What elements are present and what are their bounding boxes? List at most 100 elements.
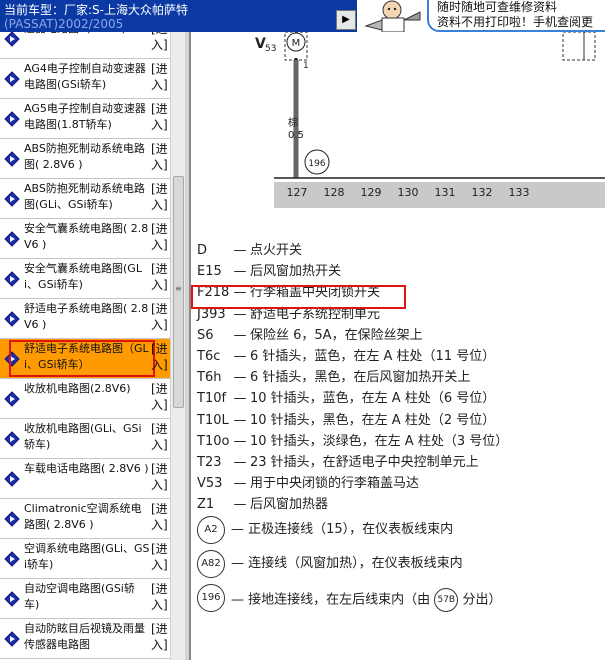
motor-sub-label: 53 [265, 44, 276, 54]
enter-link[interactable]: [进入] [151, 421, 168, 453]
circuit-list-item-title: 收放机电路图(GLi、GSi轿车) [24, 422, 142, 451]
current-model-text: 当前车型：厂家:S-上海大众帕萨特 [4, 3, 188, 17]
legend-row: S6 — 保险丝 6，5A，在保险丝架上 [197, 326, 423, 346]
circuit-list-item-title: ABS防抱死制动系统电路图( 2.8V6 ) [24, 142, 145, 171]
enter-link[interactable]: [进入] [151, 221, 168, 253]
connector-circle: A2 [197, 516, 225, 544]
legend-dash: — [233, 497, 247, 513]
diamond-arrow-icon [4, 32, 20, 47]
enter-link[interactable]: [进入] [151, 301, 168, 333]
model-select-arrow-button[interactable]: ▶ [336, 10, 356, 30]
diamond-arrow-icon [4, 631, 20, 647]
enter-link[interactable]: [进入] [151, 461, 168, 493]
diamond-arrow-icon [4, 231, 20, 247]
promo-banner-line1: 随时随地可查维修资料 [437, 0, 558, 14]
enter-link[interactable]: [进入] [151, 181, 168, 213]
circuit-list-item[interactable]: AG4电子控制自动变速器电路图(GSi轿车) [进入] [0, 59, 170, 99]
legend-code: T10o [197, 433, 230, 449]
enter-link[interactable]: [进入] [151, 501, 168, 533]
connector-text: 连接线（风窗加热），在仪表板线束内 [248, 556, 463, 571]
ground-label: 196 [308, 159, 325, 169]
legend-row: V53 — 用于中央闭锁的行李箱盖马达 [197, 474, 419, 494]
legend-text: 23 针插头，在舒适电子中央控制单元上 [250, 455, 479, 470]
legend-row: T10f —10 针插头，蓝色，在左 A 柱处（6 号位） [197, 389, 495, 409]
enter-link[interactable]: [进入] [151, 61, 168, 93]
legend-row: T10L —10 针插头，黑色，在左 A 柱处（2 号位） [197, 411, 495, 431]
adjacent-component [562, 32, 596, 61]
diamond-arrow-icon [4, 111, 20, 127]
legend-text: 用于中央闭锁的行李箱盖马达 [250, 476, 420, 492]
scrollbar-grip-icon: ≡ [175, 284, 182, 293]
circuit-list-item-title: 舒适电子系统电路图（GLi、GSi轿车） [24, 342, 149, 371]
enter-link[interactable]: [进入] [151, 581, 168, 613]
terminal-label: 129 [361, 186, 382, 199]
circuit-list-item-title: Climatronic空调系统电路图( 2.8V6 ) [24, 502, 142, 531]
connector-row: — 连接线（风窗加热），在仪表板线束内 [231, 554, 463, 574]
legend-dash: — [233, 243, 247, 258]
circuit-list-item[interactable]: 舒适电子系统电路图（GLi、GSi轿车） [进入] [0, 339, 170, 379]
legend-dash: — [233, 476, 247, 492]
legend-dash: — [233, 412, 247, 428]
enter-link[interactable]: [进入] [151, 32, 168, 53]
circuit-list-item[interactable]: AG5电子控制自动变速器电路图(1.8T轿车) [进入] [0, 99, 170, 139]
enter-link[interactable]: [进入] [151, 261, 168, 293]
circuit-list-item[interactable]: ABS防抱死制动系统电路图( 2.8V6 ) [进入] [0, 139, 170, 179]
circuit-list-item[interactable]: 速器电路图（2.8V6）[进入] [0, 32, 170, 59]
terminal-label: 132 [472, 186, 493, 199]
legend-code: T10f [197, 391, 227, 407]
connector-dash: — [231, 556, 244, 571]
connector-row: — 接地连接线，在左后线束内（由 57B 分出） [231, 588, 501, 612]
top-bar: 当前车型：厂家:S-上海大众帕萨特 (PASSAT)2002/2005 ▶ 随时… [0, 0, 605, 32]
connector-dash: — [231, 522, 244, 537]
legend-text: 6 针插头，蓝色，在左 A 柱处（11 号位） [250, 349, 496, 364]
legend-row: D — 点火开关 [197, 241, 302, 261]
legend-code: D [197, 243, 208, 258]
legend-row: Z1 — 后风窗加热器 [197, 495, 328, 515]
legend-dash: — [233, 349, 247, 364]
legend-text: 10 针插头，蓝色，在左 A 柱处（6 号位） [250, 391, 496, 407]
enter-link[interactable]: [进入] [151, 101, 168, 133]
circuit-list-item[interactable]: 空调系统电路图(GLi、GSi轿车) [进入] [0, 539, 170, 579]
sidebar-scrollbar-thumb[interactable]: ≡ [173, 176, 184, 408]
circuit-list-item[interactable]: 自动防眩目后视镜及雨量传感器电路图 [进入] [0, 619, 170, 659]
enter-link[interactable]: [进入] [151, 541, 168, 573]
connector-circle: 196 [197, 584, 225, 612]
diamond-arrow-icon [4, 391, 20, 407]
legend-code: V53 [197, 476, 223, 492]
legend-text: 6 针插头，黑色，在后风窗加热开关上 [250, 370, 471, 386]
circuit-list-item[interactable]: 收放机电路图(GLi、GSi轿车) [进入] [0, 419, 170, 459]
circuit-list-item[interactable]: ABS防抱死制动系统电路图(GLi、GSi轿车) [进入] [0, 179, 170, 219]
legend-text: 保险丝 6，5A，在保险丝架上 [250, 327, 423, 343]
connector-text-tail: 分出） [462, 592, 502, 608]
diagram-pane: V 53 M 1 棕 0.5 196 127 128 129 130 131 132 133… [191, 32, 605, 660]
connector-ref-circle: 57B [434, 588, 459, 612]
enter-link[interactable]: [进入] [151, 381, 168, 413]
legend-code: T23 [197, 455, 222, 470]
circuit-list-item[interactable]: 收放机电路图(2.8V6) [进入] [0, 379, 170, 419]
enter-link[interactable]: [进入] [151, 141, 168, 173]
legend-text: 10 针插头，黑色，在左 A 柱处（2 号位） [250, 412, 496, 428]
circuit-list-item[interactable]: 舒适电子系统电路图( 2.8V6 ) [进入] [0, 299, 170, 339]
enter-link[interactable]: [进入] [151, 341, 168, 373]
diamond-arrow-icon [4, 191, 20, 207]
legend-row: T10o —10 针插头，淡绿色，在左 A 柱处（3 号位） [197, 432, 508, 452]
sidebar-scrollbar[interactable]: ≡ [170, 32, 185, 660]
diamond-arrow-icon [4, 511, 20, 527]
legend-row: T6c —6 针插头，蓝色，在左 A 柱处（11 号位） [197, 347, 495, 367]
legend-code: Z1 [197, 497, 215, 513]
enter-link[interactable]: [进入] [151, 621, 168, 653]
promo-banner[interactable]: 随时随地可查维修资料 资料不用打印啦！手机查阅更 [427, 0, 605, 32]
connector-text: 正极连接线（15），在仪表板线束内 [248, 522, 454, 537]
circuit-list-item[interactable]: Climatronic空调系统电路图( 2.8V6 ) [进入] [0, 499, 170, 539]
diamond-arrow-icon [4, 471, 20, 487]
terminal-label: 128 [324, 186, 345, 199]
terminal-label: 133 [509, 186, 530, 199]
circuit-list-item[interactable]: 安全气囊系统电路图( 2.8V6 ) [进入] [0, 219, 170, 259]
circuit-list-item-title: 舒适电子系统电路图( 2.8V6 ) [24, 302, 149, 331]
circuit-list-item[interactable]: 安全气囊系统电路图(GLi、GSi轿车) [进入] [0, 259, 170, 299]
circuit-list-item[interactable]: 车载电话电路图( 2.8V6 ) [进入] [0, 459, 170, 499]
circuit-list-item[interactable]: 自动空调电路图(GSi轿车) [进入] [0, 579, 170, 619]
diamond-arrow-icon [4, 591, 20, 607]
current-model-bar: 当前车型：厂家:S-上海大众帕萨特 (PASSAT)2002/2005 ▶ [0, 0, 357, 32]
current-model-text-line2: (PASSAT)2002/2005 [4, 17, 124, 31]
